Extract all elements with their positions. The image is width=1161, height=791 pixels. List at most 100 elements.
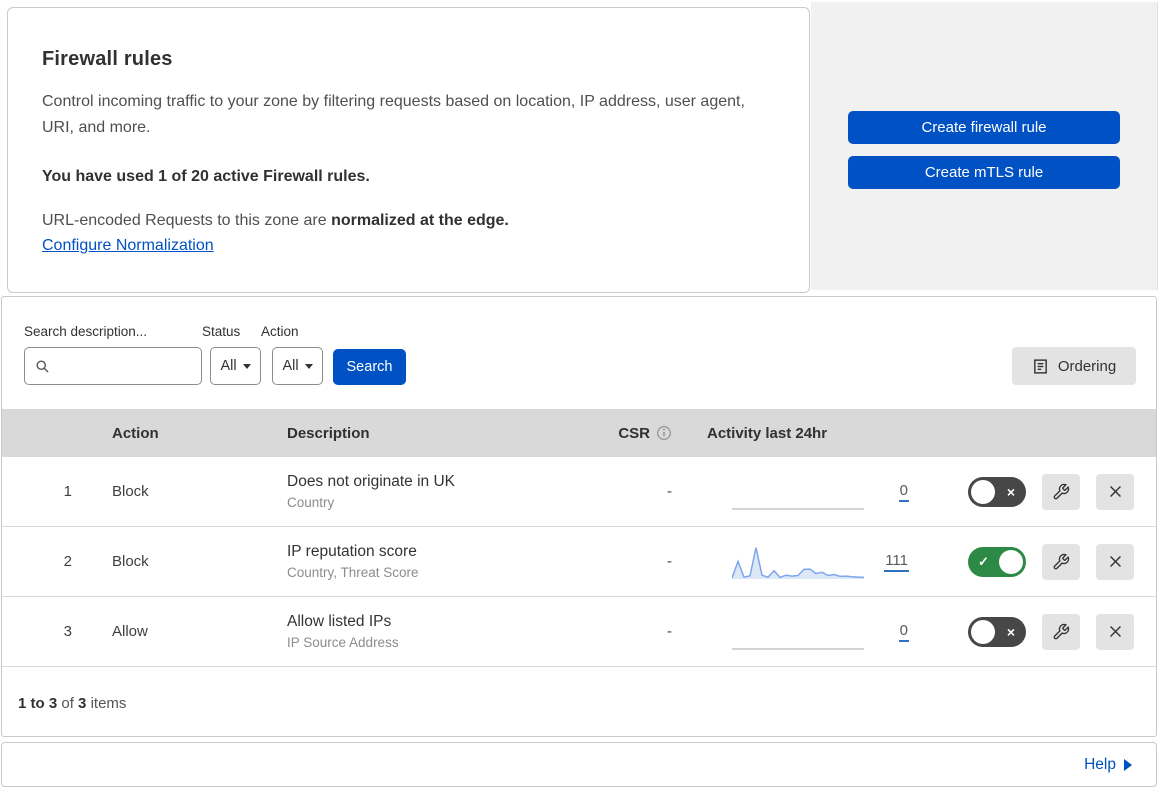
table-header: Action Description CSR Activity last 24h… (2, 409, 1156, 457)
rule-activity-cell: 0 (687, 614, 912, 650)
close-icon (1109, 626, 1121, 637)
rule-action: Allow (112, 623, 148, 640)
table-row: 3 Allow Allow listed IPs IP Source Addre… (2, 597, 1156, 667)
search-icon (36, 360, 49, 373)
rule-controls: ✓ (912, 543, 1156, 580)
status-dropdown[interactable]: All (210, 347, 261, 385)
rule-priority: 3 (63, 623, 72, 640)
action-filter-group: Action All (261, 324, 323, 385)
toggle-off-x-icon: × (1006, 623, 1015, 640)
create-mtls-rule-button[interactable]: Create mTLS rule (848, 156, 1120, 189)
edit-rule-button[interactable] (1042, 613, 1080, 650)
ordering-list-icon (1033, 358, 1047, 374)
action-value: All (282, 358, 299, 374)
ordering-button[interactable]: Ordering (1012, 347, 1136, 385)
usage-text: You have used 1 of 20 active Firewall ru… (42, 168, 370, 186)
rule-fields: Country (287, 495, 335, 510)
wrench-icon (1053, 623, 1070, 639)
status-label: Status (202, 324, 241, 339)
toggle-knob (971, 619, 995, 644)
search-button[interactable]: Search (333, 349, 406, 385)
normalization-prefix: URL-encoded Requests to this zone are (42, 212, 332, 230)
rule-fields: Country, Threat Score (287, 565, 419, 580)
rules-card: Search description... Status All Action … (1, 296, 1157, 737)
close-icon (1109, 556, 1121, 567)
action-dropdown[interactable]: All (272, 347, 323, 385)
chevron-down-icon (304, 363, 313, 369)
status-filter-group: Status All (202, 324, 261, 385)
rule-description: Does not originate in UK Country (267, 473, 572, 510)
edit-rule-button[interactable] (1042, 543, 1080, 580)
search-group: Search description... (24, 324, 202, 385)
page-title: Firewall rules (42, 48, 173, 70)
rule-activity-cell: 111 (687, 544, 912, 580)
info-icon[interactable] (656, 425, 672, 441)
delete-rule-button[interactable] (1096, 473, 1134, 510)
toggle-knob (999, 549, 1023, 574)
toggle-knob (971, 479, 995, 504)
rule-controls: × (912, 473, 1156, 510)
rule-fields: IP Source Address (287, 635, 399, 650)
pagination-range: 1 to 3 (18, 695, 58, 712)
rule-priority: 1 (63, 483, 72, 500)
page-description: Control incoming traffic to your zone by… (42, 93, 745, 136)
pagination-total: 3 (78, 695, 87, 712)
activity-sparkline (732, 546, 864, 579)
search-label: Search description... (24, 324, 148, 339)
rule-description-text: IP reputation score (287, 543, 417, 560)
chevron-down-icon (242, 363, 251, 369)
activity-sparkline (732, 507, 864, 510)
column-activity: Activity last 24hr (707, 424, 828, 442)
help-bar: Help (1, 742, 1157, 787)
status-value: All (220, 358, 237, 374)
toggle-off-x-icon: × (1006, 483, 1015, 500)
activity-count-link[interactable]: 111 (884, 552, 909, 572)
filter-bar: Search description... Status All Action … (2, 297, 1156, 409)
activity-count-link[interactable]: 0 (898, 482, 909, 502)
activity-count-link[interactable]: 0 (898, 622, 909, 642)
edit-rule-button[interactable] (1042, 473, 1080, 510)
rule-csr-value: - (667, 623, 672, 640)
help-link[interactable]: Help (1084, 756, 1132, 774)
rule-activity-cell: 0 (687, 474, 912, 510)
rule-enabled-toggle[interactable]: × (968, 476, 1026, 507)
table-row: 1 Block Does not originate in UK Country… (2, 457, 1156, 527)
close-icon (1109, 486, 1121, 497)
rule-description-text: Does not originate in UK (287, 473, 456, 490)
pagination-summary: 1 to 3 of 3 items (2, 667, 1156, 712)
rule-description: IP reputation score Country, Threat Scor… (267, 543, 572, 580)
normalization-text: URL-encoded Requests to this zone are no… (42, 212, 769, 230)
rule-enabled-toggle[interactable]: × (968, 616, 1026, 647)
delete-rule-button[interactable] (1096, 543, 1134, 580)
configure-normalization-link[interactable]: Configure Normalization (42, 237, 214, 255)
rule-description-text: Allow listed IPs (287, 613, 392, 630)
create-firewall-rule-button[interactable]: Create firewall rule (848, 111, 1120, 144)
rule-action: Block (112, 553, 149, 570)
header-card: Firewall rules Control incoming traffic … (7, 7, 810, 293)
search-description-input[interactable] (58, 358, 188, 374)
create-rules-panel: Create firewall rule Create mTLS rule (811, 2, 1158, 290)
rule-description: Allow listed IPs IP Source Address (267, 613, 572, 650)
rule-csr-value: - (667, 553, 672, 570)
column-action: Action (112, 424, 159, 442)
delete-rule-button[interactable] (1096, 613, 1134, 650)
help-label: Help (1084, 755, 1116, 773)
activity-sparkline (732, 647, 864, 650)
wrench-icon (1053, 553, 1070, 569)
rule-priority: 2 (63, 553, 72, 570)
wrench-icon (1053, 483, 1070, 499)
arrow-right-icon (1124, 758, 1132, 771)
column-csr-label: CSR (618, 424, 650, 442)
normalization-bold: normalized at the edge. (331, 212, 509, 230)
search-box[interactable] (24, 347, 202, 385)
rule-csr-value: - (667, 483, 672, 500)
rule-action: Block (112, 483, 149, 500)
table-row: 2 Block IP reputation score Country, Thr… (2, 527, 1156, 597)
column-description: Description (287, 424, 370, 442)
rule-controls: × (912, 613, 1156, 650)
action-label: Action (261, 324, 299, 339)
pagination-items: items (90, 695, 127, 712)
toggle-on-check-icon: ✓ (978, 553, 989, 569)
pagination-of: of (61, 695, 74, 712)
rule-enabled-toggle[interactable]: ✓ (968, 546, 1026, 577)
